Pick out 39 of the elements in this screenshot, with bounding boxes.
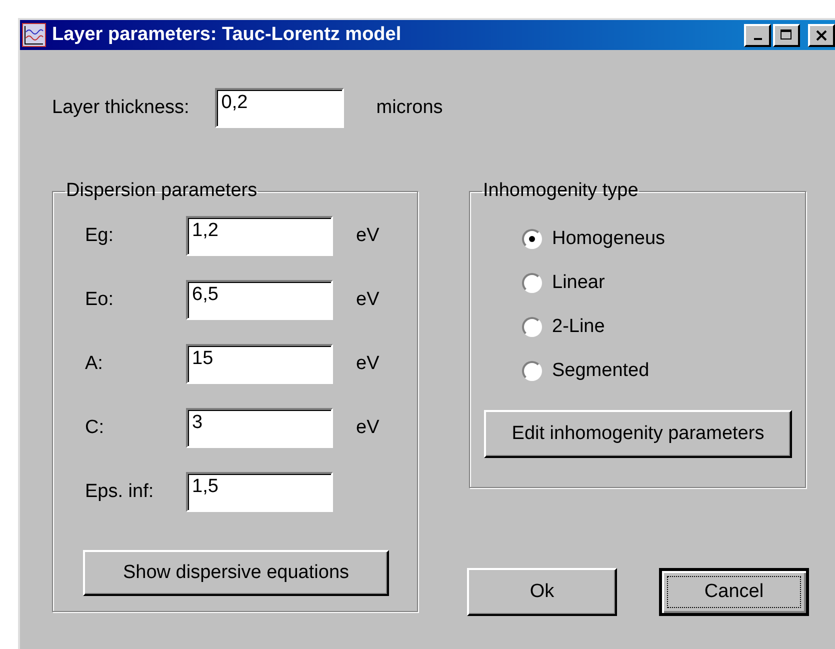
cancel-button[interactable]: Cancel <box>659 568 809 616</box>
input-field[interactable]: 0,2 <box>215 88 344 128</box>
minimize-button[interactable] <box>744 24 771 46</box>
radio-label[interactable]: Segmented <box>552 360 650 382</box>
input-field[interactable]: 3 <box>186 408 333 448</box>
ok-button[interactable]: Ok <box>467 568 617 616</box>
unit-label: eV <box>356 289 380 311</box>
unit-label: eV <box>356 225 380 247</box>
radio-label[interactable]: Homogeneus <box>552 228 666 250</box>
radio-button[interactable] <box>522 273 542 293</box>
field-label: Eo: <box>85 289 115 311</box>
field-label: A: <box>85 353 104 375</box>
radio-button[interactable] <box>522 229 542 249</box>
radio-label[interactable]: 2-Line <box>552 316 605 338</box>
unit-label: eV <box>356 353 380 375</box>
edit-parameters-button[interactable]: Edit inhomogenity parameters <box>484 410 792 458</box>
field-label: Layer thickness: <box>52 97 190 119</box>
field-label: Eg: <box>85 225 115 247</box>
radio-button[interactable] <box>522 317 542 337</box>
input-field[interactable]: 1,2 <box>186 216 333 256</box>
chart-icon <box>22 23 46 47</box>
unit-label: microns <box>376 97 443 119</box>
field-label: Eps. inf: <box>85 481 155 503</box>
minimize-icon <box>754 38 762 40</box>
group-title: Dispersion parameters <box>65 180 258 202</box>
radio-button[interactable] <box>522 361 542 381</box>
close-button[interactable] <box>808 24 835 46</box>
input-field[interactable]: 1,5 <box>186 472 333 512</box>
input-field[interactable]: 15 <box>186 344 333 384</box>
group-title: Inhomogenity type <box>482 180 640 202</box>
input-field[interactable]: 6,5 <box>186 280 333 320</box>
close-icon <box>816 30 828 40</box>
field-label: C: <box>85 417 105 439</box>
maximize-button[interactable] <box>773 24 800 46</box>
window-title: Layer parameters: Tauc-Lorentz model <box>52 24 402 46</box>
show-equations-button[interactable]: Show dispersive equations <box>83 550 389 596</box>
radio-label[interactable]: Linear <box>552 272 605 294</box>
maximize-icon <box>780 29 793 41</box>
unit-label: eV <box>356 417 380 439</box>
